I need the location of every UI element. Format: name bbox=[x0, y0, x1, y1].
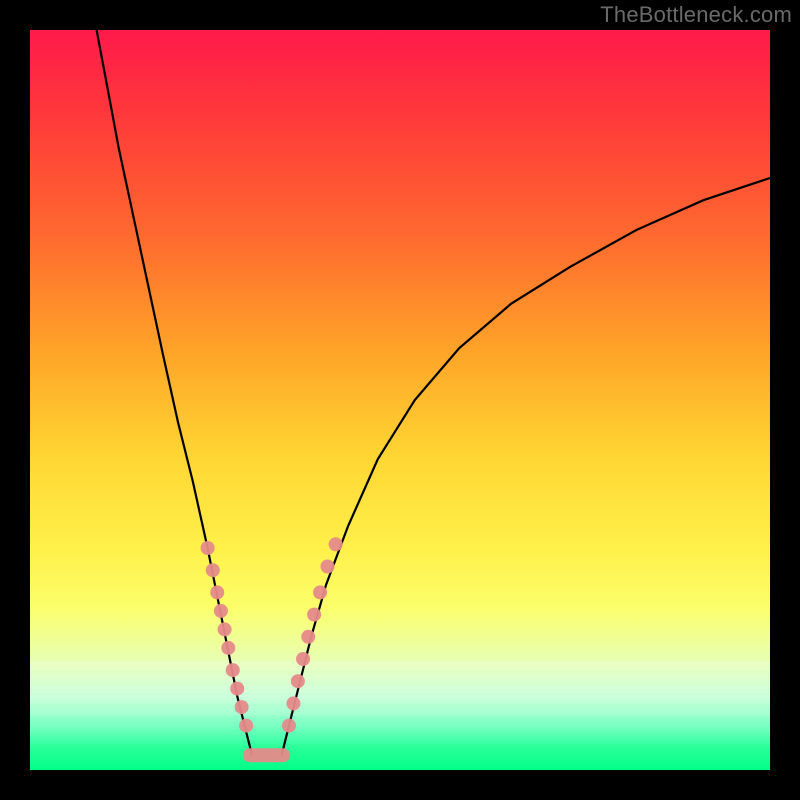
light-strip bbox=[30, 695, 770, 705]
chart-plot-area bbox=[30, 30, 770, 770]
highlight-dot bbox=[206, 563, 220, 577]
light-strip bbox=[30, 706, 770, 716]
light-strip bbox=[30, 684, 770, 694]
highlight-dot bbox=[226, 663, 240, 677]
light-strip bbox=[30, 673, 770, 683]
highlight-dot bbox=[239, 719, 253, 733]
highlight-dot bbox=[296, 652, 310, 666]
highlight-dot bbox=[286, 696, 300, 710]
highlight-dot bbox=[313, 585, 327, 599]
light-strip bbox=[30, 661, 770, 671]
highlight-dot bbox=[218, 622, 232, 636]
highlight-dot bbox=[235, 700, 249, 714]
highlight-dot bbox=[301, 630, 315, 644]
chart-svg bbox=[30, 30, 770, 770]
highlight-dot bbox=[282, 719, 296, 733]
highlight-dot bbox=[214, 604, 228, 618]
highlight-dot bbox=[291, 674, 305, 688]
highlight-dot bbox=[307, 608, 321, 622]
chart-frame: TheBottleneck.com bbox=[0, 0, 800, 800]
watermark-text: TheBottleneck.com bbox=[600, 2, 792, 28]
highlight-dot bbox=[201, 541, 215, 555]
highlight-dot bbox=[221, 641, 235, 655]
highlight-dot bbox=[230, 682, 244, 696]
highlight-dot bbox=[210, 585, 224, 599]
highlight-dot bbox=[329, 537, 343, 551]
highlight-dot bbox=[320, 560, 334, 574]
